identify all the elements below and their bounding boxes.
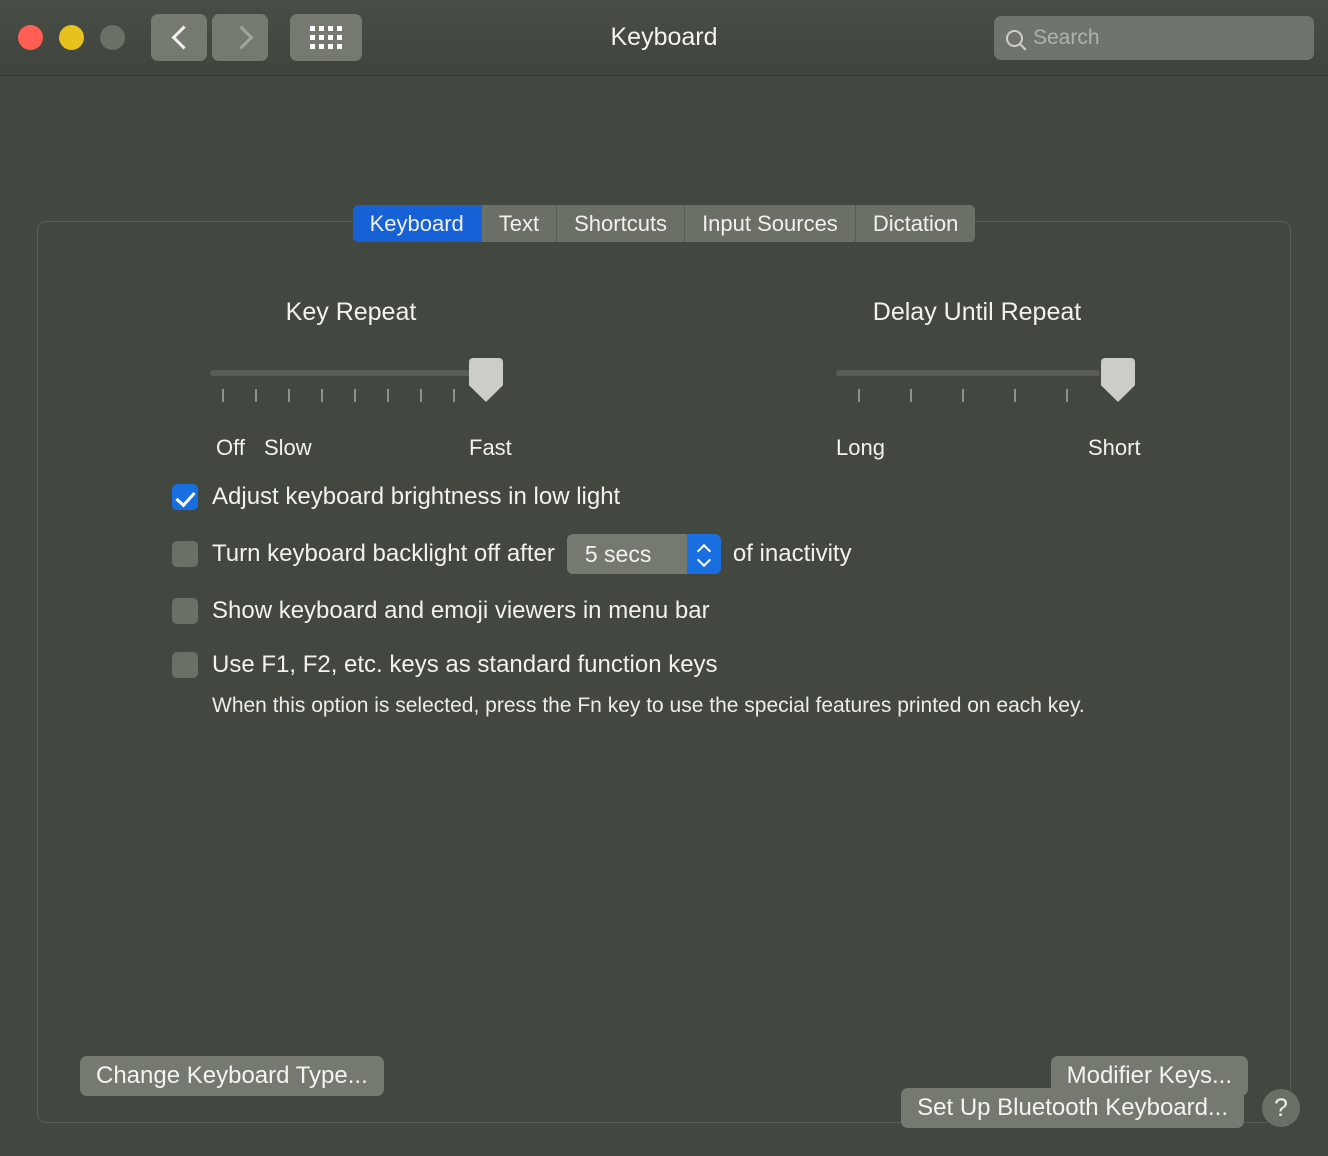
checkbox-backlight-off[interactable] [172, 541, 198, 567]
options-list: Adjust keyboard brightness in low light … [172, 480, 1250, 736]
system-preferences-window: Keyboard Search Keyboard Text Shortcuts … [0, 0, 1328, 1156]
key-repeat-slider-group: Key Repeat Off Slow Fast [38, 298, 664, 465]
key-repeat-title: Key Repeat [285, 298, 417, 326]
label-backlight-off: Turn keyboard backlight off after [212, 540, 555, 567]
checkbox-show-viewers[interactable] [172, 598, 198, 624]
label-function-keys: Use F1, F2, etc. keys as standard functi… [212, 651, 718, 678]
tab-dictation[interactable]: Dictation [855, 205, 976, 242]
footer-actions: Set Up Bluetooth Keyboard... ? [901, 1088, 1300, 1128]
delay-repeat-label-long: Long [836, 435, 885, 460]
backlight-delay-stepper-buttons[interactable] [686, 534, 721, 574]
option-row-backlight-off[interactable]: Turn keyboard backlight off after 5 secs… [172, 534, 1250, 574]
chevron-left-icon [172, 25, 187, 51]
search-icon [1006, 29, 1023, 47]
delay-repeat-title: Delay Until Repeat [872, 298, 1082, 326]
delay-repeat-label-short: Short [1088, 435, 1141, 460]
search-placeholder: Search [1033, 26, 1100, 49]
back-button[interactable] [151, 14, 207, 61]
checkbox-adjust-brightness[interactable] [172, 484, 198, 510]
option-row-show-viewers[interactable]: Show keyboard and emoji viewers in menu … [172, 594, 1250, 628]
delay-repeat-ticks [836, 389, 1118, 402]
option-row-adjust-brightness[interactable]: Adjust keyboard brightness in low light [172, 480, 1250, 514]
tab-bar: Keyboard Text Shortcuts Input Sources Di… [0, 205, 1328, 242]
grid-all-preferences-icon [310, 26, 342, 49]
key-repeat-ticks [210, 389, 492, 402]
function-keys-help-text: When this option is selected, press the … [212, 694, 1085, 717]
minimize-button[interactable] [59, 25, 84, 50]
backlight-delay-value[interactable]: 5 secs [566, 534, 687, 574]
traffic-light-group [18, 25, 125, 50]
delay-repeat-slider[interactable] [836, 355, 1135, 433]
key-repeat-label-off: Off [216, 435, 245, 460]
change-keyboard-type-button[interactable]: Change Keyboard Type... [80, 1056, 384, 1096]
tab-input-sources[interactable]: Input Sources [685, 205, 856, 242]
option-row-function-keys[interactable]: Use F1, F2, etc. keys as standard functi… [172, 648, 1250, 682]
delay-repeat-labels: Long Short [836, 435, 1141, 465]
chevron-down-icon[interactable] [697, 557, 710, 564]
window-titlebar: Keyboard Search [0, 0, 1328, 76]
label-of-inactivity: of inactivity [732, 540, 852, 567]
navigation-button-group [151, 14, 268, 61]
label-show-viewers: Show keyboard and emoji viewers in menu … [212, 597, 710, 624]
forward-button[interactable] [212, 14, 268, 61]
checkbox-function-keys[interactable] [172, 652, 198, 678]
tab-shortcuts[interactable]: Shortcuts [557, 205, 686, 242]
label-adjust-brightness: Adjust keyboard brightness in low light [212, 483, 621, 510]
tab-keyboard[interactable]: Keyboard [352, 205, 482, 242]
chevron-up-icon[interactable] [697, 545, 710, 552]
key-repeat-track [210, 370, 474, 376]
zoom-button[interactable] [100, 25, 125, 50]
key-repeat-labels: Off Slow Fast [210, 435, 512, 465]
chevron-right-icon [233, 25, 248, 51]
keyboard-settings-panel: Key Repeat Off Slow Fast Delay Until Rep… [37, 221, 1291, 1123]
show-all-preferences-button[interactable] [290, 14, 362, 61]
delay-until-repeat-slider-group: Delay Until Repeat Long Short [664, 298, 1290, 465]
search-field[interactable]: Search [994, 16, 1314, 60]
help-button[interactable]: ? [1262, 1089, 1300, 1127]
tab-text[interactable]: Text [481, 205, 558, 242]
preference-pane-body: Keyboard Text Shortcuts Input Sources Di… [0, 76, 1328, 1156]
key-repeat-slider[interactable] [210, 355, 503, 433]
delay-repeat-track [836, 370, 1100, 376]
close-button[interactable] [18, 25, 43, 50]
key-repeat-label-fast: Fast [469, 435, 512, 460]
set-up-bluetooth-keyboard-button[interactable]: Set Up Bluetooth Keyboard... [901, 1088, 1244, 1128]
backlight-delay-stepper[interactable]: 5 secs [566, 534, 721, 574]
slider-section: Key Repeat Off Slow Fast Delay Until Rep… [38, 298, 1290, 465]
key-repeat-label-slow: Slow [264, 435, 312, 460]
